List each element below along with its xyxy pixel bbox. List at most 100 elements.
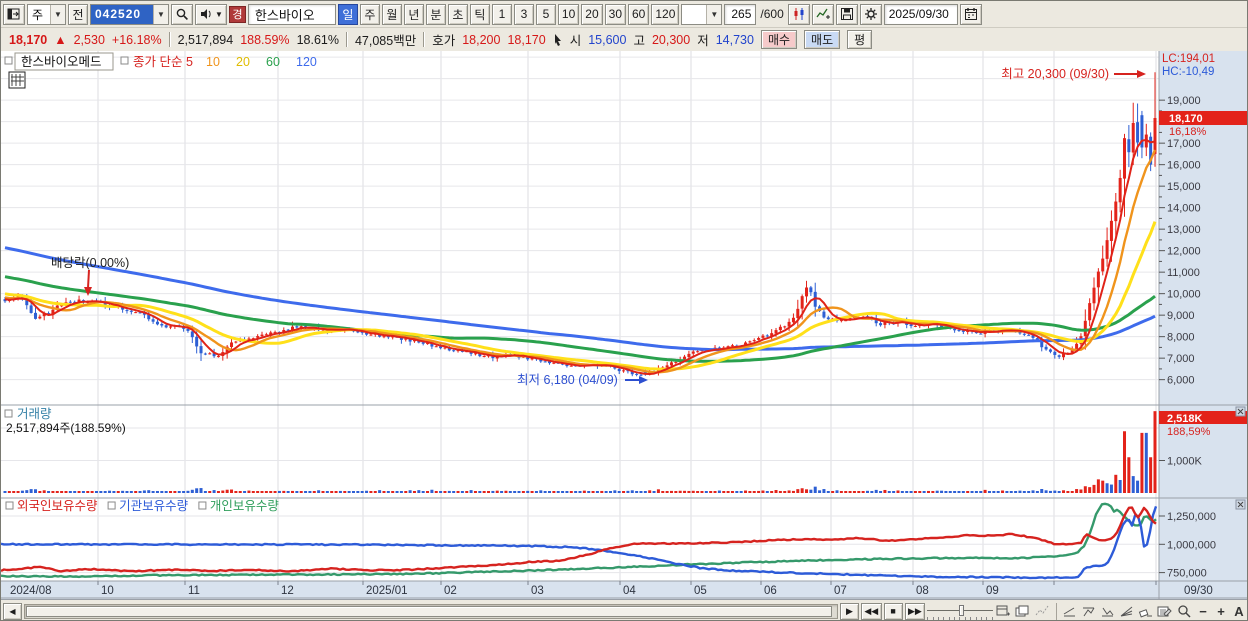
zoom-out-button[interactable]: − xyxy=(1195,603,1211,620)
volume-pane-title: 거래량 xyxy=(17,407,52,421)
svg-text:1,250,000: 1,250,000 xyxy=(1167,511,1216,523)
period-tab-tick[interactable]: 틱 xyxy=(469,3,490,25)
stock-code-combo[interactable]: 042520 ▼ xyxy=(90,3,169,25)
eraser-tool-button[interactable] xyxy=(1136,603,1155,620)
avg-button[interactable]: 평 xyxy=(847,30,873,49)
svg-text:11: 11 xyxy=(188,585,200,597)
info-bar: 18,170 ▲ 2,530 +16.18% 2,517,894 188.59%… xyxy=(1,28,1247,51)
scrollbar-thumb[interactable] xyxy=(26,605,832,617)
sound-button[interactable]: ▼ xyxy=(195,3,227,25)
chart-note-button[interactable] xyxy=(1155,603,1174,620)
grid-tool-icon[interactable] xyxy=(8,71,26,89)
period-tab-minute[interactable]: 분 xyxy=(425,3,446,25)
zoom-in-button[interactable]: + xyxy=(1213,603,1229,620)
divider xyxy=(345,32,348,47)
svg-text:기관보유수량: 기관보유수량 xyxy=(119,499,189,513)
timeframe-value: 주 xyxy=(32,7,44,22)
interval-20-button[interactable]: 20 xyxy=(581,3,603,25)
svg-text:15,000: 15,000 xyxy=(1167,181,1201,193)
svg-text:120: 120 xyxy=(296,55,317,69)
buy-button[interactable]: 매수 xyxy=(760,30,798,49)
chevron-down-icon: ▼ xyxy=(153,4,168,24)
add-pane-button[interactable] xyxy=(995,603,1012,620)
high-price: 20,300 xyxy=(651,32,691,47)
close-volume-pane-icon[interactable] xyxy=(1235,406,1246,417)
cascade-panes-button[interactable] xyxy=(1014,603,1031,620)
indicator-add-button[interactable] xyxy=(811,3,834,25)
panel-toggle-button[interactable] xyxy=(3,3,25,25)
svg-text:10,000: 10,000 xyxy=(1167,289,1201,301)
support-line-button[interactable] xyxy=(1098,603,1117,620)
interval-3-button[interactable]: 3 xyxy=(513,3,534,25)
slider-thumb[interactable] xyxy=(959,604,965,616)
svg-text:18,170: 18,170 xyxy=(1169,113,1203,125)
trade-amount: 47,085백만 xyxy=(354,34,417,48)
period-tab-month[interactable]: 월 xyxy=(381,3,402,25)
chart-scrollbar[interactable] xyxy=(24,603,838,619)
chevron-down-icon: ▼ xyxy=(50,4,65,24)
svg-text:1,000K: 1,000K xyxy=(1167,456,1203,468)
zoom-tool-button[interactable] xyxy=(1176,603,1193,620)
svg-text:09: 09 xyxy=(986,585,999,597)
svg-text:16,18%: 16,18% xyxy=(1169,126,1207,138)
indicator-zigzag-button[interactable] xyxy=(1033,603,1050,620)
forward-button[interactable]: ▶▶ xyxy=(904,602,926,620)
scroll-left-button[interactable]: ◀ xyxy=(3,602,22,620)
save-button[interactable] xyxy=(835,3,858,25)
period-tab-week[interactable]: 주 xyxy=(359,3,380,25)
price-chart-canvas[interactable]: 6,000 7,000 8,000 9,000 10,000 11,000 12,000 13… xyxy=(1,51,1248,599)
candle-style-button[interactable] xyxy=(787,3,810,25)
volume-value: 2,517,894 xyxy=(177,32,234,47)
interval-1-button[interactable]: 1 xyxy=(491,3,512,25)
rewind-button[interactable]: ◀◀ xyxy=(861,602,882,620)
sell-button[interactable]: 매도 xyxy=(804,30,841,49)
interval-60-button[interactable]: 60 xyxy=(628,3,650,25)
current-price: 18,170 xyxy=(9,32,48,47)
stop-button[interactable]: ■ xyxy=(883,602,903,620)
interval-120-button[interactable]: 120 xyxy=(651,3,680,25)
svg-text:03: 03 xyxy=(531,585,544,597)
svg-text:8,000: 8,000 xyxy=(1167,332,1195,344)
panel-icon xyxy=(7,8,20,20)
stock-name-field[interactable]: 한스바이오 xyxy=(247,3,336,25)
chevron-down-icon: ▼ xyxy=(215,9,223,19)
svg-text:16,000: 16,000 xyxy=(1167,160,1201,172)
fan-lines-button[interactable] xyxy=(1117,603,1136,620)
resistance-line-button[interactable] xyxy=(1079,603,1098,620)
up-arrow-icon: ▲ xyxy=(54,32,67,47)
zoom-slider[interactable] xyxy=(927,603,993,620)
svg-text:07: 07 xyxy=(834,585,847,597)
settings-button[interactable] xyxy=(859,3,882,25)
play-button[interactable]: ▶ xyxy=(840,602,859,620)
interval-30-button[interactable]: 30 xyxy=(604,3,626,25)
low-price: 14,730 xyxy=(715,32,754,47)
period-tab-second[interactable]: 초 xyxy=(447,3,468,25)
period-tab-day[interactable]: 일 xyxy=(337,3,358,25)
font-size-button[interactable]: A xyxy=(1231,603,1247,620)
bar-count-input[interactable]: 265 xyxy=(724,3,757,25)
gear-icon xyxy=(864,8,877,20)
search-icon xyxy=(176,8,188,20)
svg-text:10: 10 xyxy=(101,585,114,597)
calendar-button[interactable] xyxy=(959,3,982,25)
svg-text:10: 10 xyxy=(206,55,220,69)
interval-5-button[interactable]: 5 xyxy=(535,3,556,25)
custom-interval-combo[interactable]: ▼ xyxy=(681,3,723,25)
svg-text:2,518K: 2,518K xyxy=(1167,413,1203,425)
date-input[interactable]: 2025/09/30 xyxy=(883,3,958,25)
svg-text:한스바이오메드: 한스바이오메드 xyxy=(21,55,102,69)
timeframe-combo[interactable]: 주 ▼ xyxy=(27,3,66,25)
svg-text:외국인보유수량: 외국인보유수량 xyxy=(17,499,98,513)
period-tab-year[interactable]: 년 xyxy=(403,3,424,25)
interval-10-button[interactable]: 10 xyxy=(557,3,580,25)
prev-stock-button[interactable]: 전 xyxy=(68,3,88,25)
svg-text:1,000,000: 1,000,000 xyxy=(1167,539,1216,551)
close-holdings-pane-icon[interactable] xyxy=(1235,499,1246,510)
drawing-tools-group xyxy=(1055,602,1174,620)
volume-ratio: 188.59% xyxy=(240,32,290,47)
search-button[interactable] xyxy=(171,3,193,25)
high-label: 고 xyxy=(633,34,645,48)
speaker-icon xyxy=(201,9,211,19)
trendline-tool-button[interactable] xyxy=(1060,603,1079,620)
open-price: 15,600 xyxy=(588,32,627,47)
